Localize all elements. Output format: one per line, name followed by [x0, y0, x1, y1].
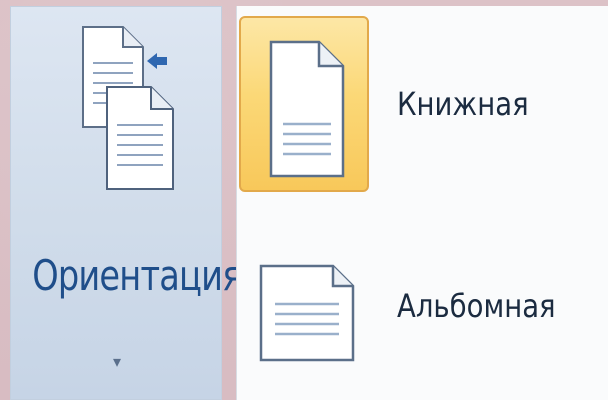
orientation-ribbon-button[interactable]: Ориентация ▾ [10, 6, 242, 400]
orientation-label: Ориентация [32, 251, 242, 300]
landscape-page-icon [239, 216, 369, 392]
menu-item-label: Книжная [397, 85, 529, 123]
menu-item-label: Альбомная [397, 287, 556, 325]
orientation-menu: Книжная Альбомная [236, 6, 608, 400]
dropdown-arrow-icon[interactable]: ▾ [11, 354, 223, 370]
menu-item-landscape[interactable]: Альбомная [237, 206, 608, 386]
menu-item-portrait[interactable]: Книжная [237, 6, 608, 192]
portrait-page-icon [239, 16, 369, 192]
orientation-icon [77, 21, 183, 191]
